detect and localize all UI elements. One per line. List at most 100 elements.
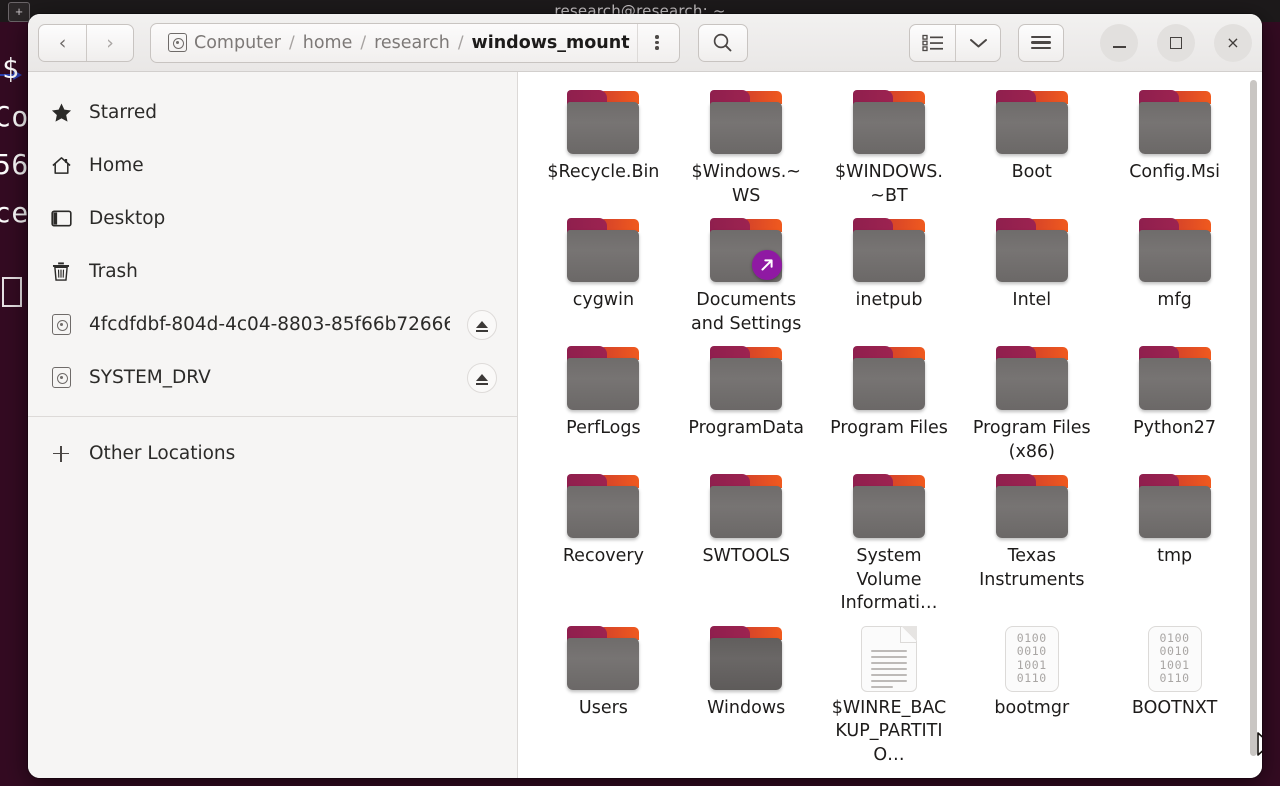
file-item[interactable]: Texas Instruments — [960, 464, 1103, 616]
sidebar-divider — [28, 416, 517, 417]
drive-icon — [168, 33, 187, 52]
folder-body — [852, 486, 925, 538]
folder-body — [710, 102, 783, 154]
sidebar-item-volume-uuid[interactable]: 4fcdfdbf-804d-4c04-8803-85f66b726668 — [28, 298, 517, 351]
eject-icon — [476, 321, 488, 332]
folder-glyph — [994, 90, 1070, 156]
file-item[interactable]: $WINDOWS.~BT — [818, 80, 961, 208]
eject-button[interactable] — [467, 309, 497, 340]
sidebar-item-label: Starred — [89, 102, 157, 123]
file-item[interactable]: tmp — [1103, 464, 1246, 616]
folder-glyph — [994, 218, 1070, 284]
maximize-icon — [1170, 36, 1182, 49]
file-item[interactable]: Intel — [960, 208, 1103, 336]
sidebar-item-system-drv[interactable]: SYSTEM_DRV — [28, 351, 517, 404]
folder-icon — [564, 344, 642, 412]
trash-icon — [50, 261, 72, 282]
main-menu-button[interactable] — [1018, 23, 1064, 62]
breadcrumb-item-windows-mount[interactable]: windows_mount — [465, 25, 637, 61]
hamburger-menu-icon — [1031, 33, 1051, 52]
folder-glyph — [708, 474, 784, 540]
file-item[interactable]: PerfLogs — [532, 336, 675, 464]
maximize-button[interactable] — [1157, 23, 1195, 62]
window-body: Starred Home Desktop Trash 4fcdfdbf-804d… — [28, 72, 1262, 778]
minimize-button[interactable] — [1100, 23, 1138, 62]
desktop-background: + research@research: ~ $ Co 56 ce ‹ › Co… — [0, 0, 1280, 786]
path-menu-button[interactable] — [636, 23, 677, 62]
file-item[interactable]: Boot — [960, 80, 1103, 208]
binary-glyph: 0100 0010 1001 0110 — [1147, 625, 1202, 692]
file-item[interactable]: $WINRE_BACKUP_PARTITIO… — [818, 616, 961, 768]
file-item[interactable]: $Windows.~WS — [675, 80, 818, 208]
file-item[interactable]: Python27 — [1103, 336, 1246, 464]
file-item[interactable]: Recovery — [532, 464, 675, 616]
eject-button[interactable] — [467, 362, 497, 393]
file-item[interactable]: System Volume Informati… — [818, 464, 961, 616]
file-item[interactable]: Config.Msi — [1103, 80, 1246, 208]
folder-glyph — [994, 346, 1070, 412]
file-item[interactable]: $Recycle.Bin — [532, 80, 675, 208]
folder-icon — [564, 88, 642, 156]
file-name-label: mfg — [1157, 290, 1192, 310]
list-view-button[interactable] — [910, 25, 955, 61]
terminal-text-line: Co — [0, 100, 29, 133]
document-lines — [870, 649, 907, 692]
sidebar-item-other-locations[interactable]: Other Locations — [28, 427, 517, 480]
file-item[interactable]: SWTOOLS — [675, 464, 818, 616]
home-icon — [50, 155, 72, 176]
file-name-label: Program Files (x86) — [972, 418, 1091, 462]
folder-body — [567, 102, 640, 154]
sidebar-item-label: Home — [89, 155, 144, 176]
file-item[interactable]: inetpub — [818, 208, 961, 336]
sidebar-item-starred[interactable]: Starred — [28, 86, 517, 139]
file-item[interactable]: Documents and Settings — [675, 208, 818, 336]
search-icon — [713, 33, 732, 52]
file-name-label: bootmgr — [994, 697, 1070, 718]
file-name-label: Texas Instruments — [979, 546, 1085, 590]
back-button[interactable]: ‹ — [39, 25, 86, 61]
sidebar-item-label: Other Locations — [89, 443, 236, 464]
folder-icon — [1136, 88, 1214, 156]
document-file-icon — [850, 624, 928, 692]
folder-glyph — [994, 474, 1070, 540]
breadcrumb-item-home[interactable]: home — [296, 25, 360, 61]
search-button[interactable] — [697, 23, 748, 62]
file-item[interactable]: Users — [532, 616, 675, 768]
drive-icon — [50, 314, 72, 335]
folder-body — [567, 637, 640, 690]
file-item[interactable]: Program Files (x86) — [960, 336, 1103, 464]
folder-glyph — [708, 90, 784, 156]
binary-file-icon: 0100 0010 1001 0110 — [1136, 624, 1214, 692]
file-name-label: cygwin — [572, 290, 635, 310]
plus-icon — [50, 445, 72, 462]
file-item[interactable]: ProgramData — [675, 336, 818, 464]
file-item[interactable]: Program Files — [818, 336, 961, 464]
folder-body — [852, 230, 925, 282]
folder-body — [1138, 358, 1211, 410]
folder-glyph — [708, 625, 784, 692]
breadcrumb-separator: / — [289, 32, 295, 53]
file-name-label: Python27 — [1133, 418, 1217, 438]
header-bar: ‹ › Computer / home / research / windows… — [28, 14, 1262, 72]
sidebar-item-desktop[interactable]: Desktop — [28, 192, 517, 245]
breadcrumb-item-computer[interactable]: Computer — [161, 25, 288, 61]
close-button[interactable]: × — [1214, 23, 1252, 62]
sidebar-item-trash[interactable]: Trash — [28, 245, 517, 298]
file-item[interactable]: 0100 0010 1001 0110 BOOTNXT — [1103, 616, 1246, 768]
file-grid-area[interactable]: $Recycle.Bin $Windows.~WS $WINDOWS.~BT Boot… — [518, 72, 1262, 778]
folder-glyph — [1137, 90, 1213, 156]
breadcrumb-item-research[interactable]: research — [367, 25, 457, 61]
sidebar-item-home[interactable]: Home — [28, 139, 517, 192]
file-item[interactable]: mfg — [1103, 208, 1246, 336]
binary-bits: 0100 0010 1001 0110 — [1159, 630, 1190, 685]
eject-icon — [476, 374, 488, 385]
file-item[interactable]: 0100 0010 1001 0110 bootmgr — [960, 616, 1103, 768]
forward-button[interactable]: › — [86, 24, 133, 61]
folder-body — [710, 358, 783, 410]
vertical-scrollbar[interactable] — [1250, 80, 1257, 756]
folder-icon — [993, 344, 1071, 412]
folder-icon — [564, 624, 642, 692]
file-item[interactable]: Windows — [675, 616, 818, 768]
view-dropdown-button[interactable] — [955, 24, 1000, 61]
file-item[interactable]: cygwin — [532, 208, 675, 336]
